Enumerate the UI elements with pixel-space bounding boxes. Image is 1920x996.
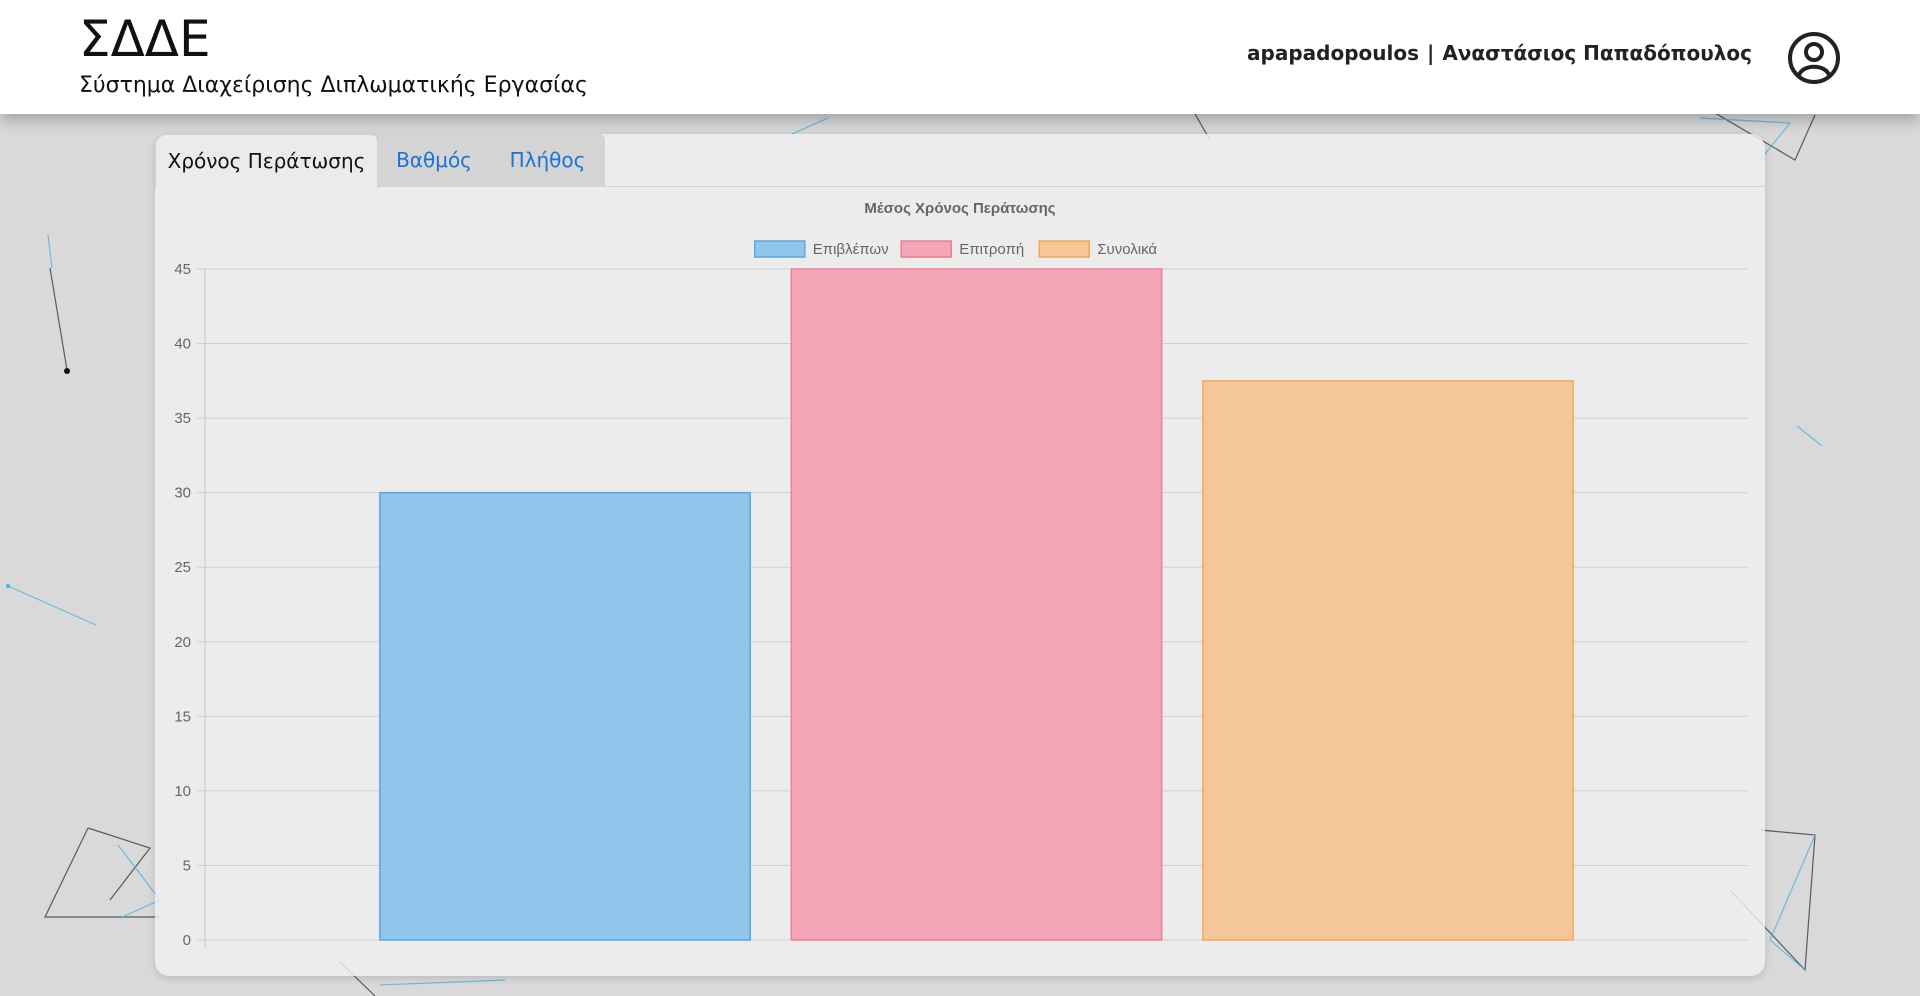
- user-info: apapadopoulos | Αναστάσιος Παπαδόπουλος: [1247, 41, 1752, 65]
- user-separator: |: [1427, 41, 1435, 65]
- legend-swatch: [1038, 240, 1090, 258]
- app-subtitle: Σύστημα Διαχείρισης Διπλωματικής Εργασία…: [79, 73, 588, 98]
- y-tick-label: 40: [174, 336, 191, 353]
- y-tick-label: 5: [183, 857, 191, 874]
- y-tick-label: 35: [174, 410, 191, 427]
- legend-swatch: [754, 240, 806, 258]
- chart-title: Μέσος Χρόνος Περάτωσης: [864, 200, 1055, 217]
- y-tick-label: 45: [174, 261, 191, 278]
- legend-label: Επιβλέπων: [813, 241, 889, 258]
- user-full-name: Αναστάσιος Παπαδόπουλος: [1442, 41, 1752, 65]
- legend-swatch: [900, 240, 952, 258]
- user-circle-icon[interactable]: [1787, 31, 1841, 85]
- app-header: ΣΔΔΕ Σύστημα Διαχείρισης Διπλωματικής Ερ…: [0, 0, 1920, 114]
- y-tick-label: 30: [174, 485, 191, 502]
- y-tick-label: 20: [174, 634, 191, 651]
- bar-2: [790, 268, 1163, 941]
- bar-3: [1202, 380, 1574, 941]
- y-tick-label: 25: [174, 559, 191, 576]
- username: apapadopoulos: [1247, 41, 1419, 65]
- bar-1: [379, 491, 751, 941]
- y-tick-label: 10: [174, 783, 191, 800]
- statistics-card: Χρόνος Περάτωσης Βαθμός Πλήθος Μέσος Χρό…: [155, 134, 1765, 976]
- completion-time-chart: Μέσος Χρόνος Περάτωσης 0 5 10 15 20 25 30 35 40 45…: [174, 200, 1748, 949]
- y-tick-label: 15: [174, 708, 191, 725]
- y-tick-label: 0: [183, 932, 191, 949]
- legend-label: Επιτροπή: [959, 241, 1024, 258]
- app-title: ΣΔΔΕ: [79, 10, 211, 68]
- legend-label: Συνολικά: [1097, 241, 1157, 258]
